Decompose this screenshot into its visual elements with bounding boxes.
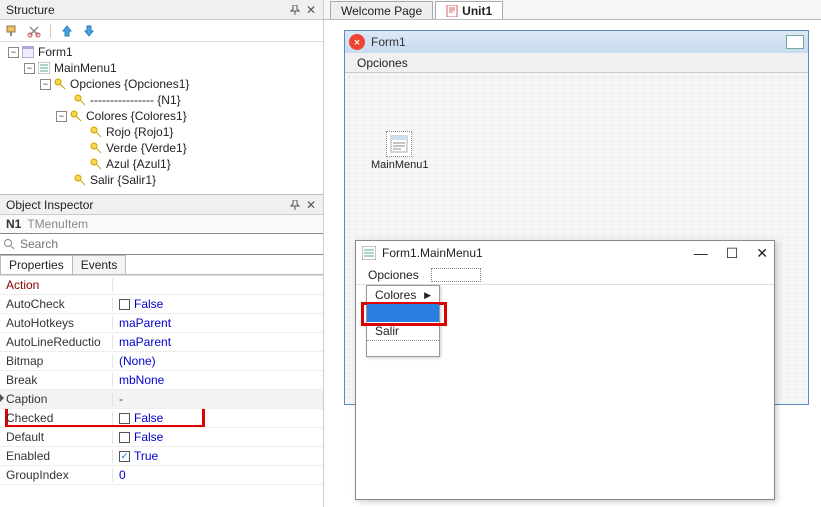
- menuitem-icon: [73, 93, 87, 107]
- prop-row-groupindex[interactable]: GroupIndex 0: [0, 466, 323, 485]
- cut-icon[interactable]: [26, 23, 42, 39]
- tree-node-separator[interactable]: ---------------- {N1}: [4, 92, 323, 108]
- dropdown-item-separator[interactable]: [367, 304, 439, 322]
- maximize-icon[interactable]: [786, 35, 804, 49]
- form-menubar[interactable]: Opciones: [345, 53, 808, 73]
- menu-editor-icon: [362, 246, 376, 260]
- tab-events[interactable]: Events: [72, 255, 127, 274]
- dropdown-empty-slot[interactable]: [367, 340, 439, 356]
- tree-node-mainmenu[interactable]: − MainMenu1: [4, 60, 323, 76]
- prop-row-default[interactable]: Default False: [0, 428, 323, 447]
- inspector-header: Object Inspector ✕: [0, 195, 323, 215]
- expand-marker-icon: [0, 393, 4, 403]
- pin-icon[interactable]: [289, 199, 301, 211]
- menuitem-icon: [69, 109, 83, 123]
- tree-node-colores[interactable]: − Colores {Colores1}: [4, 108, 323, 124]
- search-icon: [0, 238, 18, 250]
- tab-welcome[interactable]: Welcome Page: [330, 1, 433, 19]
- tree-node-opciones[interactable]: − Opciones {Opciones1}: [4, 76, 323, 92]
- form-titlebar[interactable]: ⨯ Form1: [345, 31, 808, 53]
- dropdown-item-colores[interactable]: Colores▶: [367, 286, 439, 304]
- structure-toolbar: [0, 20, 323, 42]
- prop-row-action[interactable]: Action: [0, 276, 323, 295]
- menubar-empty-slot[interactable]: [431, 268, 481, 282]
- checkbox-icon[interactable]: [119, 413, 130, 424]
- menuitem-icon: [53, 77, 67, 91]
- prop-row-checked[interactable]: Checked False: [0, 409, 323, 428]
- menu-item-opciones[interactable]: Opciones: [351, 56, 414, 70]
- menuitem-icon: [73, 173, 87, 187]
- form-title: Form1: [371, 35, 406, 49]
- structure-title: Structure: [6, 3, 289, 17]
- close-icon[interactable]: ✕: [305, 4, 317, 16]
- tab-properties[interactable]: Properties: [0, 255, 73, 274]
- prop-row-caption[interactable]: Caption -: [0, 390, 323, 409]
- menuitem-icon: [89, 125, 103, 139]
- prop-row-enabled[interactable]: Enabled True: [0, 447, 323, 466]
- search-input[interactable]: [18, 235, 323, 253]
- prop-row-break[interactable]: Break mbNone: [0, 371, 323, 390]
- collapse-icon[interactable]: −: [56, 111, 67, 122]
- inspector-title: Object Inspector: [6, 198, 289, 212]
- collapse-icon[interactable]: −: [24, 63, 35, 74]
- menu-editor-titlebar[interactable]: Form1.MainMenu1 — ☐ ✕: [356, 241, 774, 265]
- collapse-icon[interactable]: −: [40, 79, 51, 90]
- menu-editor-window[interactable]: Form1.MainMenu1 — ☐ ✕ Opciones Colores▶ …: [355, 240, 775, 500]
- arrow-up-icon[interactable]: [59, 23, 75, 39]
- inspector-object-selector[interactable]: N1 TMenuItem: [0, 215, 323, 233]
- menu-editor-menubar[interactable]: Opciones: [356, 265, 774, 285]
- structure-tree[interactable]: − Form1 − MainMenu1 − Opciones {Opciones…: [0, 42, 323, 194]
- checkbox-icon[interactable]: [119, 451, 130, 462]
- brush-icon[interactable]: [4, 23, 20, 39]
- menubar-item-opciones[interactable]: Opciones: [362, 268, 425, 282]
- tree-node-rojo[interactable]: Rojo {Rojo1}: [4, 124, 323, 140]
- inspector-search[interactable]: [0, 233, 323, 255]
- minimize-button[interactable]: —: [694, 245, 708, 262]
- pin-icon[interactable]: [289, 4, 301, 16]
- prop-row-bitmap[interactable]: Bitmap (None): [0, 352, 323, 371]
- menuitem-icon: [89, 157, 103, 171]
- document-tabs: Welcome Page Unit1: [324, 0, 821, 20]
- tree-node-salir[interactable]: Salir {Salir1}: [4, 172, 323, 188]
- checkbox-icon[interactable]: [119, 299, 130, 310]
- menuitem-icon: [89, 141, 103, 155]
- structure-header: Structure ✕: [0, 0, 323, 20]
- form-icon: [21, 45, 35, 59]
- tree-node-form[interactable]: − Form1: [4, 44, 323, 60]
- collapse-icon[interactable]: −: [8, 47, 19, 58]
- checkbox-icon[interactable]: [119, 432, 130, 443]
- prop-row-autohotkeys[interactable]: AutoHotkeys maParent: [0, 314, 323, 333]
- app-icon: ⨯: [349, 34, 365, 50]
- close-button[interactable]: ✕: [756, 245, 768, 262]
- tab-unit1[interactable]: Unit1: [435, 1, 503, 19]
- prop-row-autocheck[interactable]: AutoCheck False: [0, 295, 323, 314]
- tree-node-azul[interactable]: Azul {Azul1}: [4, 156, 323, 172]
- prop-row-autolinereduction[interactable]: AutoLineReductio maParent: [0, 333, 323, 352]
- component-mainmenu[interactable]: MainMenu1: [371, 131, 427, 171]
- arrow-down-icon[interactable]: [81, 23, 97, 39]
- dropdown-item-salir[interactable]: Salir: [367, 322, 439, 340]
- inspector-tabs: Properties Events: [0, 255, 323, 275]
- mainmenu-component-icon: [386, 131, 412, 157]
- close-icon[interactable]: ✕: [305, 199, 317, 211]
- maximize-button[interactable]: ☐: [726, 245, 739, 262]
- property-grid[interactable]: Action AutoCheck False AutoHotkeys maPar…: [0, 275, 323, 485]
- unit-icon: [446, 5, 458, 17]
- submenu-arrow-icon: ▶: [424, 290, 431, 301]
- tree-node-verde[interactable]: Verde {Verde1}: [4, 140, 323, 156]
- dropdown-menu[interactable]: Colores▶ Salir: [366, 285, 440, 357]
- menu-icon: [37, 61, 51, 75]
